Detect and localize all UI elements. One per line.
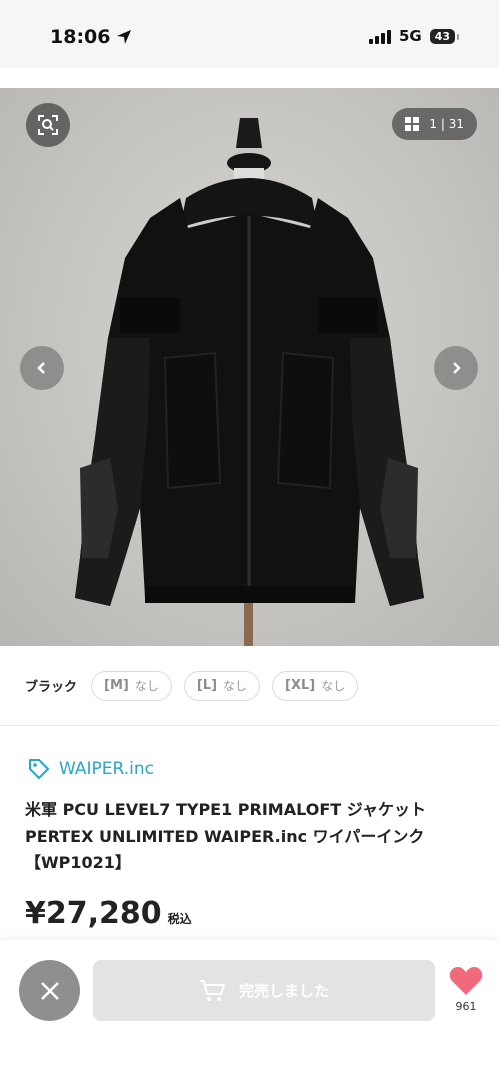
product-photo-jacket: [75, 118, 424, 646]
image-counter: 1 | 31: [429, 117, 464, 131]
size-name: [M]: [104, 678, 129, 693]
size-stock: なし: [134, 679, 159, 693]
product-image-carousel[interactable]: 1 | 31: [0, 88, 499, 646]
sold-out-label: 完売しました: [238, 982, 329, 1000]
status-time: 18:06: [50, 26, 111, 48]
product-title-line: 【WP1021】: [25, 853, 131, 872]
size-name: [L]: [196, 678, 218, 693]
chevron-right-icon: [453, 362, 461, 374]
product-title-line: PERTEX UNLIMITED WAIPER.inc ワイパーインク: [25, 826, 425, 846]
shop-link[interactable]: WAIPER.inc: [27, 757, 154, 781]
close-button[interactable]: [19, 960, 80, 1021]
size-name: [XL]: [285, 678, 316, 693]
like-button[interactable]: 961: [444, 966, 488, 1013]
cellular-signal-icon: [368, 28, 391, 44]
product-title-line: 米軍 PCU LEVEL7 TYPE1 PRIMALOFT ジャケット: [25, 800, 426, 819]
shop-name: WAIPER.inc: [59, 759, 154, 779]
variant-selector: ブラック [M] なし [L] なし [XL] なし: [0, 646, 499, 726]
product-title: 米軍 PCU LEVEL7 TYPE1 PRIMALOFT ジャケット PERT…: [25, 797, 480, 877]
like-count: 961: [455, 1000, 477, 1013]
location-arrow-icon: [117, 30, 132, 44]
size-option-m[interactable]: [M] なし: [91, 670, 172, 701]
previous-image-button[interactable]: [20, 346, 64, 390]
tag-icon: [29, 759, 49, 779]
sold-out-button[interactable]: 完売しました: [93, 960, 435, 1021]
size-stock: なし: [321, 679, 346, 693]
status-time-group: 18:06: [50, 26, 132, 48]
cart-icon: [199, 979, 225, 1001]
battery-icon: 43: [429, 28, 460, 44]
heart-icon: [449, 967, 483, 995]
image-search-button[interactable]: [26, 103, 70, 147]
chevron-left-icon: [37, 362, 45, 374]
variant-color-label: ブラック: [25, 680, 78, 695]
image-search-icon: [38, 115, 58, 135]
image-counter-button[interactable]: 1 | 31: [392, 108, 477, 140]
size-stock: なし: [223, 679, 248, 693]
size-option-l[interactable]: [L] なし: [183, 670, 261, 701]
price-row: ¥27,280 税込: [25, 896, 192, 931]
price: ¥27,280: [25, 896, 162, 931]
status-indicators: 5G 43: [368, 27, 460, 45]
network-type: 5G: [398, 27, 422, 45]
size-option-xl[interactable]: [XL] なし: [272, 670, 359, 701]
status-bar: 18:06 5G 43: [0, 0, 499, 68]
grid-icon: [405, 117, 420, 131]
bottom-action-bar: 完売しました 961: [0, 940, 499, 1080]
close-icon: [40, 981, 59, 1000]
next-image-button[interactable]: [434, 346, 478, 390]
tax-label: 税込: [167, 912, 192, 926]
